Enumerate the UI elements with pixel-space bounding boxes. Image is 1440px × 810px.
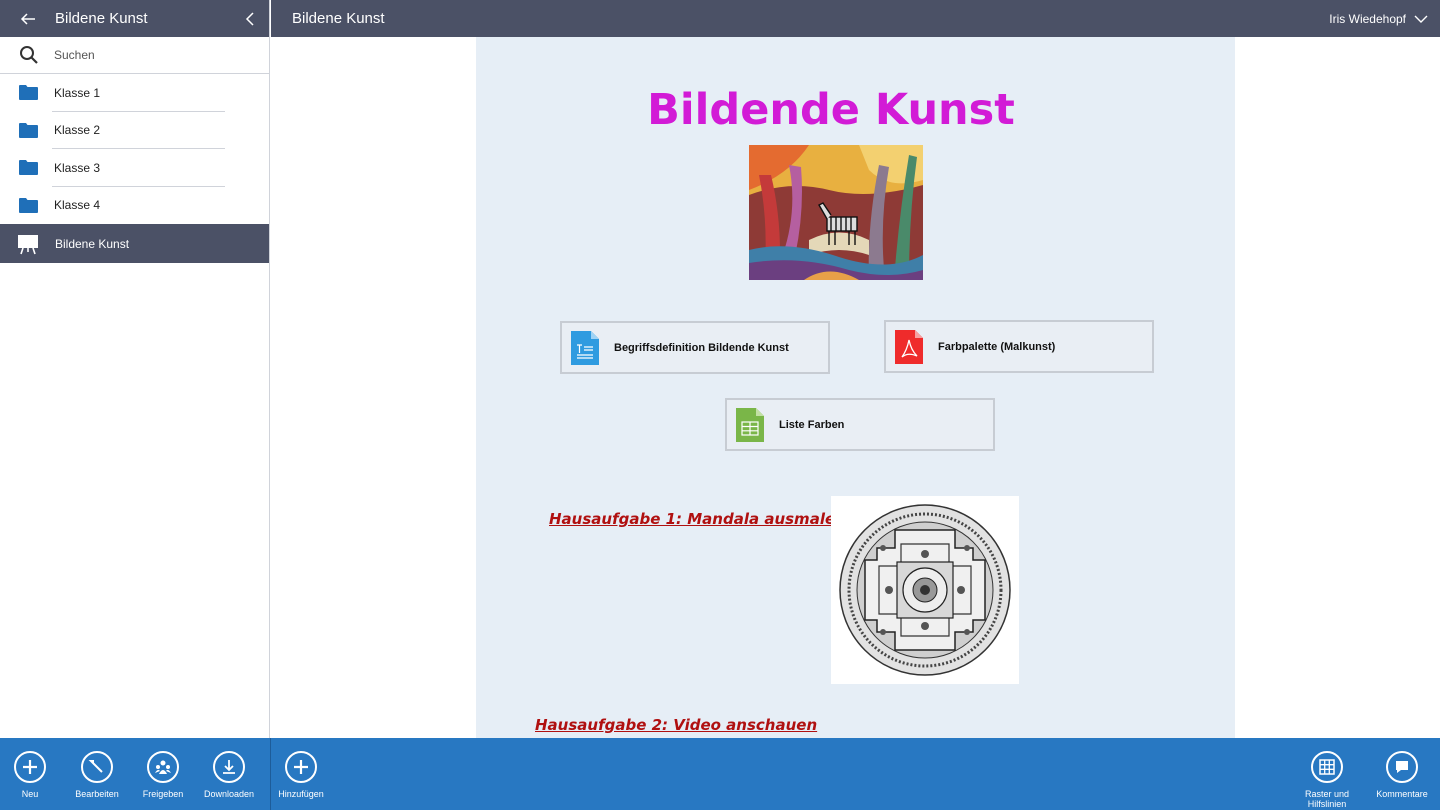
homework-link-1[interactable]: Hausaufgabe 1: Mandala ausmalen bbox=[549, 510, 846, 528]
sidebar-item-bildene-kunst[interactable]: Bildene Kunst bbox=[0, 224, 269, 263]
toolbar-label: Freigeben bbox=[142, 789, 184, 799]
page-title-header: Bildene Kunst bbox=[292, 10, 385, 27]
file-farbpalette[interactable]: Farbpalette (Malkunst) bbox=[884, 320, 1154, 373]
download-icon bbox=[213, 751, 245, 783]
user-name[interactable]: Iris Wiedehopf bbox=[1329, 12, 1406, 26]
search-bar bbox=[0, 37, 269, 74]
sidebar-item-label: Bildene Kunst bbox=[55, 236, 130, 251]
sidebar-item-klasse-2[interactable]: Klasse 2 bbox=[0, 112, 269, 149]
toolbar-label: Downloaden bbox=[203, 789, 255, 799]
folder-icon bbox=[19, 197, 38, 213]
sidebar-item-label: Klasse 2 bbox=[54, 123, 101, 138]
homework-link-2[interactable]: Hausaufgabe 2: Video anschauen bbox=[535, 716, 817, 734]
back-arrow-icon[interactable] bbox=[18, 9, 38, 29]
add-button[interactable]: Hinzufügen bbox=[266, 751, 336, 799]
mandala-image bbox=[831, 496, 1019, 684]
painting-image bbox=[749, 145, 923, 280]
page-title: Bildende Kunst bbox=[647, 85, 1015, 135]
plus-circle-icon bbox=[14, 751, 46, 783]
toolbar-label: Raster und Hilfslinien bbox=[1304, 789, 1350, 809]
search-input[interactable] bbox=[54, 48, 234, 62]
sidebar-item-klasse-1[interactable]: Klasse 1 bbox=[0, 74, 269, 112]
chevron-left-icon[interactable] bbox=[243, 11, 257, 26]
sidebar-item-klasse-3[interactable]: Klasse 3 bbox=[0, 149, 269, 187]
presentation-board-icon bbox=[18, 234, 38, 254]
edit-button[interactable]: Bearbeiten bbox=[62, 751, 132, 799]
people-icon bbox=[147, 751, 179, 783]
toolbar-label: Bearbeiten bbox=[75, 789, 119, 799]
file-label: Begriffsdefinition Bildende Kunst bbox=[614, 341, 789, 354]
pencil-icon bbox=[81, 751, 113, 783]
toolbar-label: Hinzufügen bbox=[278, 789, 324, 799]
folder-icon bbox=[19, 160, 38, 176]
sidebar-header: Bildene Kunst bbox=[0, 0, 269, 37]
sidebar-item-label: Klasse 3 bbox=[54, 160, 101, 175]
document-icon bbox=[571, 330, 599, 365]
main-canvas: Bildende Kunst Begriffsdefinition Bilden… bbox=[271, 37, 1440, 738]
grid-icon bbox=[1311, 751, 1343, 783]
grid-guides-button[interactable]: Raster und Hilfslinien bbox=[1292, 751, 1362, 809]
file-label: Liste Farben bbox=[779, 418, 845, 431]
file-begriffsdefinition[interactable]: Begriffsdefinition Bildende Kunst bbox=[560, 321, 830, 374]
sidebar-item-label: Klasse 4 bbox=[54, 198, 101, 213]
comments-button[interactable]: Kommentare bbox=[1367, 751, 1437, 799]
download-button[interactable]: Downloaden bbox=[194, 751, 264, 799]
folder-icon bbox=[19, 85, 38, 101]
sidebar-title: Bildene Kunst bbox=[55, 10, 148, 27]
app-window: Bildene Kunst Klasse 1 Klasse 2 Klasse 3 bbox=[0, 0, 1440, 810]
toolbar-label: Neu bbox=[21, 789, 39, 799]
share-button[interactable]: Freigeben bbox=[128, 751, 198, 799]
new-button[interactable]: Neu bbox=[0, 751, 65, 799]
spreadsheet-icon bbox=[736, 407, 764, 442]
file-liste-farben[interactable]: Liste Farben bbox=[725, 398, 995, 451]
page-content: Bildende Kunst Begriffsdefinition Bilden… bbox=[476, 37, 1235, 738]
pdf-icon bbox=[895, 329, 923, 364]
sidebar-item-klasse-4[interactable]: Klasse 4 bbox=[0, 187, 269, 225]
comment-icon bbox=[1386, 751, 1418, 783]
search-icon[interactable] bbox=[19, 45, 39, 65]
chevron-down-icon[interactable] bbox=[1414, 14, 1428, 24]
top-bar: Bildene Kunst Iris Wiedehopf bbox=[271, 0, 1440, 37]
folder-icon bbox=[19, 122, 38, 138]
sidebar-item-label: Klasse 1 bbox=[54, 85, 101, 100]
toolbar-label: Kommentare bbox=[1376, 789, 1428, 799]
file-label: Farbpalette (Malkunst) bbox=[938, 340, 1056, 353]
sidebar: Bildene Kunst Klasse 1 Klasse 2 Klasse 3 bbox=[0, 0, 270, 738]
bottom-toolbar: Neu Bearbeiten Freigeben Downloaden Hinz… bbox=[0, 738, 1440, 810]
plus-circle-icon bbox=[285, 751, 317, 783]
